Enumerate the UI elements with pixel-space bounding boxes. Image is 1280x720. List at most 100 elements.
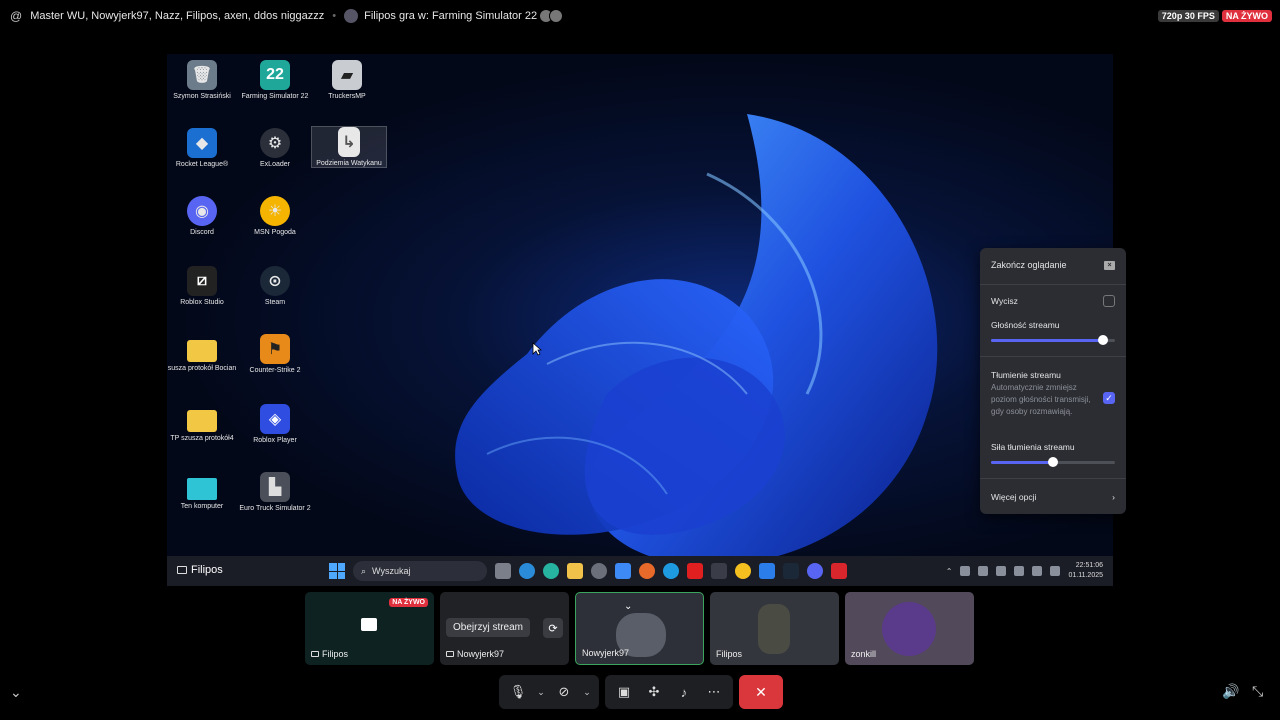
firefox-icon[interactable] bbox=[639, 563, 655, 579]
desktop-icon-msn-weather[interactable]: ☀ MSN Pogoda bbox=[237, 196, 313, 236]
activities-icon[interactable]: ✣ bbox=[641, 679, 667, 705]
monitor-icon bbox=[446, 651, 454, 657]
settings-icon[interactable] bbox=[591, 563, 607, 579]
slider-knob[interactable] bbox=[1048, 457, 1058, 467]
ducking-label: Tłumienie streamu bbox=[991, 370, 1061, 380]
copilot-icon[interactable] bbox=[543, 563, 559, 579]
ducking-strength-label: Siła tłumienia streamu bbox=[991, 442, 1075, 452]
todo-icon[interactable] bbox=[759, 563, 775, 579]
icon-label: Rocket League® bbox=[175, 161, 229, 168]
task-view-icon[interactable] bbox=[495, 563, 511, 579]
game-icon bbox=[344, 9, 359, 23]
app-red-icon[interactable] bbox=[831, 563, 847, 579]
desktop-icon-steam[interactable]: ⊙ Steam bbox=[237, 266, 313, 306]
desktop-icon-folder-tp[interactable]: TP szusza protokół4 bbox=[167, 404, 240, 442]
mute-checkbox[interactable] bbox=[1103, 295, 1115, 307]
desktop-icon-discord[interactable]: ◉ Discord bbox=[167, 196, 240, 236]
volume-icon[interactable]: 🔊 bbox=[1222, 683, 1239, 700]
desktop-icon-roblox-player[interactable]: ◈ Roblox Player bbox=[237, 404, 313, 444]
file-icon: ↳ bbox=[338, 127, 360, 157]
clock-time: 22:51:06 bbox=[1075, 562, 1103, 569]
end-watching-row[interactable]: Zakończ oglądanie × bbox=[991, 260, 1115, 270]
clock[interactable]: 22:51:06 01.11.2025 bbox=[1068, 561, 1103, 581]
camera-off-icon[interactable]: ⊘ bbox=[551, 679, 577, 705]
exloader-icon: ⚙ bbox=[260, 128, 290, 158]
store-icon[interactable] bbox=[615, 563, 631, 579]
stream-volume-slider[interactable] bbox=[991, 335, 1115, 345]
slider-fill bbox=[991, 461, 1053, 464]
top-bar: @ Master WU, Nowyjerk97, Nazz, Filipos, … bbox=[0, 0, 1280, 32]
watch-stream-button[interactable]: Obejrzyj stream bbox=[446, 618, 531, 637]
chevron-down-icon[interactable]: ⌄ bbox=[624, 601, 632, 612]
roblox-icon: ◈ bbox=[260, 404, 290, 434]
stop-watching-icon[interactable]: × bbox=[1104, 260, 1115, 270]
cloud-icon[interactable] bbox=[978, 566, 989, 576]
activity-text[interactable]: Filipos gra w: Farming Simulator 22 bbox=[364, 10, 537, 22]
participant-avatars[interactable] bbox=[539, 9, 564, 23]
ducking-strength-slider[interactable] bbox=[991, 457, 1115, 467]
disconnect-button[interactable]: ✕ bbox=[739, 675, 783, 709]
mic-options-caret[interactable]: ⌄ bbox=[535, 687, 547, 698]
volume-tray-icon[interactable] bbox=[1032, 566, 1043, 576]
monitor-icon bbox=[177, 566, 187, 574]
desktop-icon-folder-bocian[interactable]: susza protokół Bocian bbox=[167, 334, 240, 372]
soundboard-icon[interactable]: ♪ bbox=[671, 679, 697, 705]
tile-name-text: Nowyjerk97 bbox=[582, 648, 630, 658]
slider-fill bbox=[991, 339, 1103, 342]
desktop-icon-rocket-league[interactable]: ◆ Rocket League® bbox=[167, 128, 240, 168]
taskbar-search[interactable]: ⌕ Wyszukaj bbox=[353, 561, 487, 581]
terminal-icon[interactable] bbox=[711, 563, 727, 579]
tray-icon[interactable] bbox=[960, 566, 971, 576]
desktop-icon-truckersmp[interactable]: ▰ TruckersMP bbox=[309, 60, 385, 100]
desktop-icon-cs2[interactable]: ⚑ Counter-Strike 2 bbox=[237, 334, 313, 374]
microphone-icon[interactable]: 🎙 bbox=[505, 679, 531, 705]
chevron-up-icon[interactable]: ⌃ bbox=[946, 567, 953, 576]
desktop-icon-this-pc[interactable]: Ten komputer bbox=[167, 472, 240, 510]
taskbar-center: ⌕ Wyszukaj bbox=[329, 561, 847, 581]
camera-options-caret[interactable]: ⌄ bbox=[581, 687, 593, 698]
icon-label: susza protokół Bocian bbox=[167, 365, 237, 372]
desktop-icon-ets2[interactable]: ▙ Euro Truck Simulator 2 bbox=[237, 472, 313, 512]
stream-view[interactable]: 🗑 Szymon Strasiński 22 Farming Simulator… bbox=[167, 54, 1113, 586]
exit-fullscreen-icon[interactable]: ⤡ bbox=[1252, 683, 1263, 700]
battery-icon[interactable] bbox=[1050, 566, 1061, 576]
search-icon: ⌕ bbox=[361, 565, 367, 576]
more-options-icon[interactable]: ⋯ bbox=[701, 679, 727, 705]
cs2-icon: ⚑ bbox=[260, 334, 290, 364]
ducking-checkbox[interactable]: ✓ bbox=[1103, 392, 1115, 404]
explorer-icon[interactable] bbox=[567, 563, 583, 579]
mute-row[interactable]: Wycisz bbox=[991, 295, 1115, 307]
screen-share-button-icon[interactable]: ▣ bbox=[611, 679, 637, 705]
participant-tile[interactable]: zonkill bbox=[845, 592, 974, 665]
desktop-icon-roblox-studio[interactable]: ⧄ Roblox Studio bbox=[167, 266, 240, 306]
wifi-icon[interactable] bbox=[1014, 566, 1025, 576]
youtube-icon[interactable] bbox=[687, 563, 703, 579]
start-icon[interactable] bbox=[329, 563, 345, 579]
desktop-icon-fs22[interactable]: 22 Farming Simulator 22 bbox=[237, 60, 313, 100]
microphone-tray-icon[interactable] bbox=[996, 566, 1007, 576]
discord-taskbar-icon[interactable] bbox=[807, 563, 823, 579]
participant-strip: NA ŻYWO Filipos Obejrzyj stream ⟳ Nowyje… bbox=[305, 592, 974, 665]
chrome-icon[interactable] bbox=[735, 563, 751, 579]
steam-taskbar-icon[interactable] bbox=[783, 563, 799, 579]
more-options-row[interactable]: Więcej opcji › bbox=[991, 492, 1115, 502]
steam-icon: ⊙ bbox=[260, 266, 290, 296]
truckersmp-icon: ▰ bbox=[332, 60, 362, 90]
desktop-icon-exloader[interactable]: ⚙ ExLoader bbox=[237, 128, 313, 168]
edge-icon[interactable] bbox=[663, 563, 679, 579]
participant-tile-active[interactable]: ⌄ Nowyjerk97 bbox=[575, 592, 704, 665]
tile-name-text: zonkill bbox=[851, 649, 877, 659]
slider-knob[interactable] bbox=[1097, 335, 1108, 345]
disconnect-icon: ✕ bbox=[755, 683, 767, 700]
participant-tile[interactable]: NA ŻYWO Filipos bbox=[305, 592, 434, 665]
watch-together-icon[interactable]: ⟳ bbox=[543, 618, 563, 638]
weather-icon: ☀ bbox=[260, 196, 290, 226]
icon-label: Euro Truck Simulator 2 bbox=[239, 505, 311, 512]
desktop-icon-podziemia[interactable]: ↳ Podziemia Watykanu bbox=[311, 126, 387, 168]
participant-tile[interactable]: Obejrzyj stream ⟳ Nowyjerk97 bbox=[440, 592, 569, 665]
collapse-chevron-icon[interactable]: ⌄ bbox=[10, 684, 22, 701]
participant-tile[interactable]: Filipos bbox=[710, 592, 839, 665]
ets2-icon: ▙ bbox=[260, 472, 290, 502]
desktop-icon-recycle-bin[interactable]: 🗑 Szymon Strasiński bbox=[167, 60, 240, 100]
widgets-icon[interactable] bbox=[519, 563, 535, 579]
